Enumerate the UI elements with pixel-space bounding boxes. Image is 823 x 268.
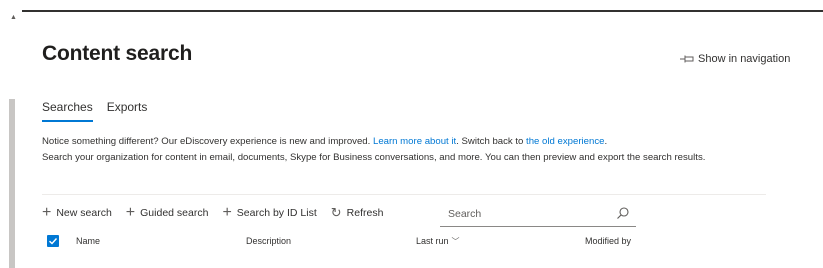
notice-prefix: Notice something different? Our eDiscove… xyxy=(42,136,373,147)
refresh-button[interactable]: ↻ Refresh xyxy=(331,205,384,221)
guided-search-label: Guided search xyxy=(140,207,209,219)
tab-bar: Searches Exports xyxy=(42,100,161,122)
refresh-icon: ↻ xyxy=(330,205,342,220)
column-header-description[interactable]: Description xyxy=(246,236,291,246)
notice-mid: . Switch back to xyxy=(456,136,527,147)
notice-text: Notice something different? Our eDiscove… xyxy=(42,134,782,165)
show-in-navigation-label: Show in navigation xyxy=(698,53,791,65)
new-search-label: New search xyxy=(56,207,112,219)
search-by-id-list-button[interactable]: + Search by ID List xyxy=(222,205,316,221)
top-border xyxy=(22,10,823,12)
refresh-label: Refresh xyxy=(346,207,384,219)
show-in-navigation-button[interactable]: Show in navigation xyxy=(680,53,790,65)
pin-icon xyxy=(680,55,694,63)
notice-description: Search your organization for content in … xyxy=(42,151,706,163)
search-icon[interactable] xyxy=(616,206,630,220)
search-input[interactable] xyxy=(440,207,620,221)
guided-search-button[interactable]: + Guided search xyxy=(126,205,209,221)
plus-icon: + xyxy=(125,204,136,221)
search-box xyxy=(440,202,636,227)
chevron-down-icon: ﹀ xyxy=(451,237,460,246)
old-experience-link[interactable]: the old experience xyxy=(526,136,604,147)
tab-exports[interactable]: Exports xyxy=(107,100,148,122)
table-header: Name Description Last run ﹀ Modified by xyxy=(42,234,766,250)
command-bar: + New search + Guided search + Search by… xyxy=(42,204,397,222)
notice-suffix: . xyxy=(604,136,608,147)
search-by-id-list-label: Search by ID List xyxy=(236,207,317,219)
scroll-up-icon[interactable]: ▲ xyxy=(10,14,17,21)
plus-icon: + xyxy=(42,204,52,221)
column-header-name[interactable]: Name xyxy=(76,236,100,246)
new-search-button[interactable]: + New search xyxy=(42,205,112,221)
column-header-last-run[interactable]: Last run ﹀ xyxy=(416,236,460,247)
learn-more-link[interactable]: Learn more about it xyxy=(373,136,456,147)
select-all-checkbox[interactable] xyxy=(47,235,59,247)
scrollbar-thumb[interactable] xyxy=(9,99,15,268)
checkmark-icon xyxy=(49,238,58,245)
divider xyxy=(42,194,766,195)
page-title: Content search xyxy=(42,42,193,65)
column-header-last-run-label: Last run xyxy=(416,236,449,246)
tab-searches[interactable]: Searches xyxy=(42,100,93,122)
plus-icon: + xyxy=(222,204,232,221)
column-header-modified-by[interactable]: Modified by xyxy=(585,236,631,246)
